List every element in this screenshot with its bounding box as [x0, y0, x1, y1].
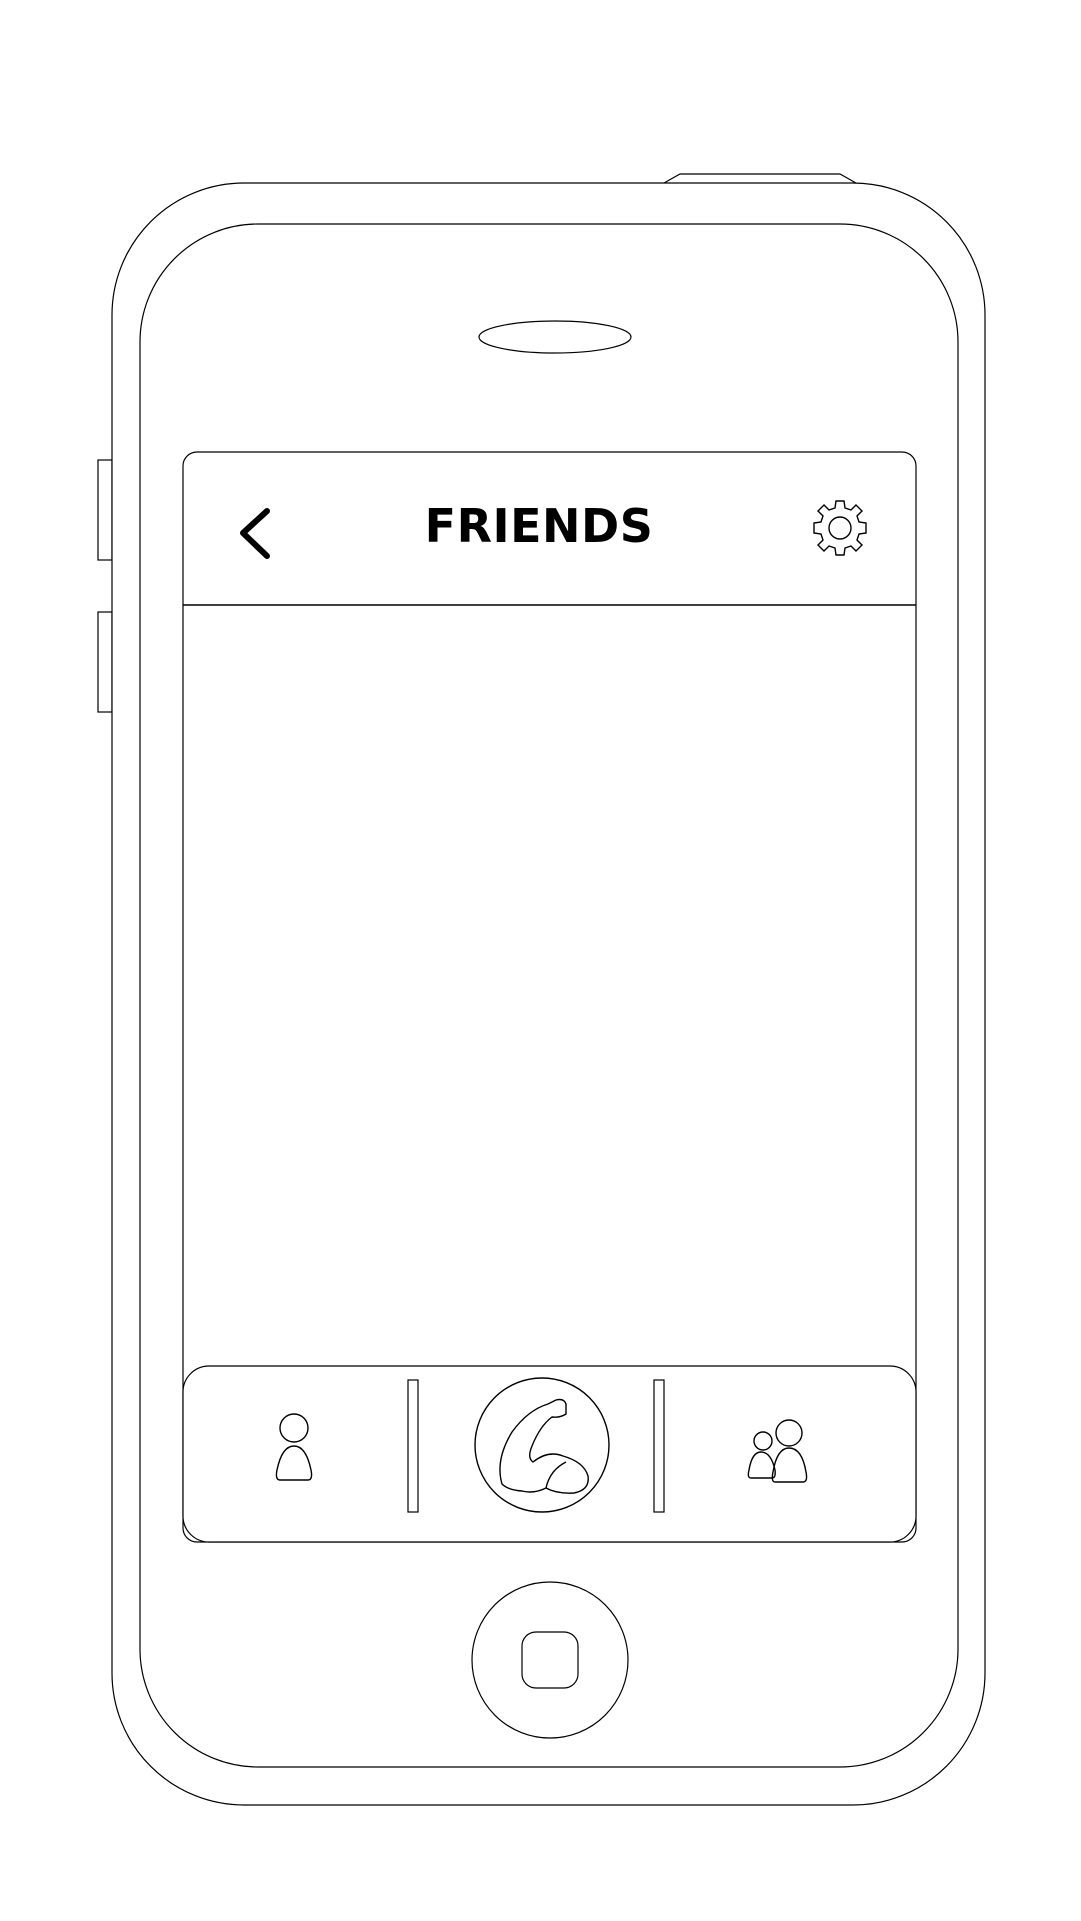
settings-button[interactable]: [806, 494, 874, 562]
tab-workout[interactable]: [474, 1377, 610, 1513]
tab-friends[interactable]: [738, 1400, 826, 1500]
tab-profile[interactable]: [250, 1400, 338, 1500]
back-button[interactable]: [228, 496, 284, 570]
volume-down-button: [97, 611, 113, 713]
volume-up-button: [97, 459, 113, 561]
home-button-target[interactable]: [472, 1582, 628, 1738]
page-title: FRIENDS: [424, 499, 654, 553]
power-button: [663, 173, 857, 184]
